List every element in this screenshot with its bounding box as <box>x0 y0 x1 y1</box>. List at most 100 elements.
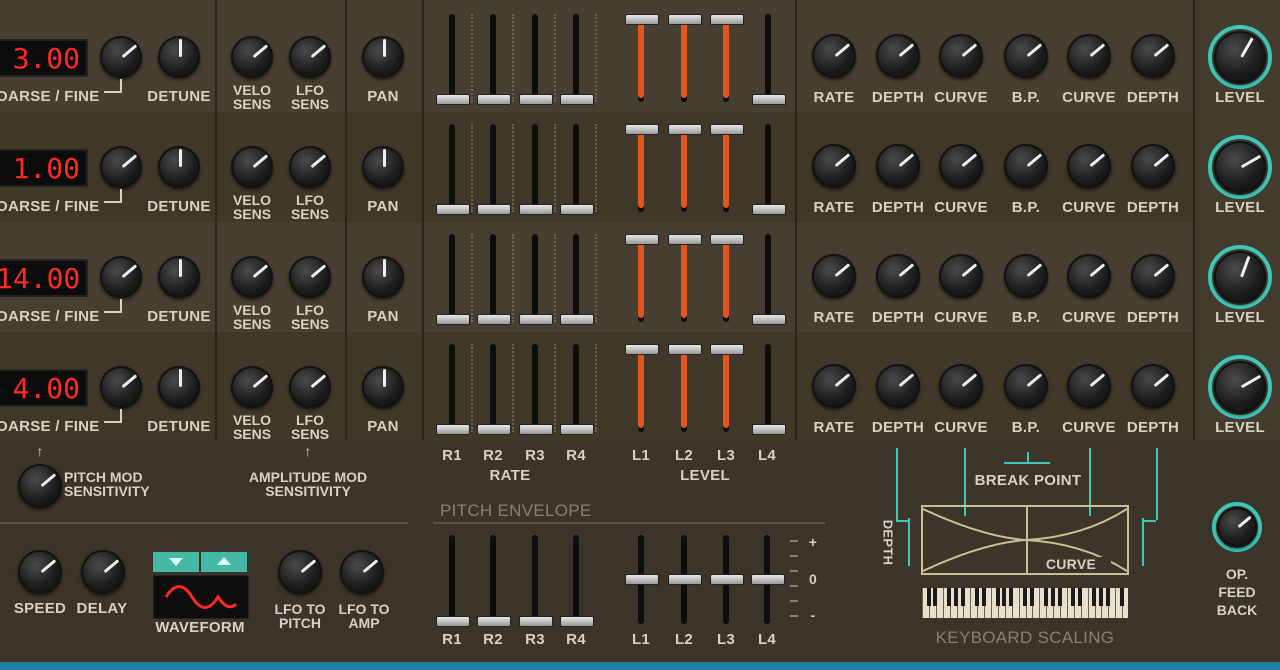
pitch-level-slider-2[interactable] <box>668 574 702 585</box>
pan-knob[interactable] <box>362 256 404 298</box>
lfo-delay-knob[interactable] <box>81 550 125 594</box>
rate-slider-3[interactable] <box>519 204 553 215</box>
lfo-sens-knob[interactable] <box>289 36 331 78</box>
detune-knob[interactable] <box>158 366 200 408</box>
coarse-fine-knob[interactable] <box>100 146 142 188</box>
pan-knob[interactable] <box>362 366 404 408</box>
rate-knob[interactable] <box>812 254 856 298</box>
waveform-down-button[interactable] <box>153 552 199 572</box>
curve-knob[interactable] <box>939 364 983 408</box>
rate-slider-2[interactable] <box>477 94 511 105</box>
rate-slider-2[interactable] <box>477 314 511 325</box>
level-slider-3[interactable] <box>710 124 744 135</box>
pitch-mod-sens-knob[interactable] <box>18 464 62 508</box>
velo-sens-knob[interactable] <box>231 36 273 78</box>
curve-knob[interactable] <box>939 254 983 298</box>
level-slider-4[interactable] <box>752 204 786 215</box>
level-slider-3-fill <box>723 18 729 98</box>
curve2-knob[interactable] <box>1067 144 1111 188</box>
rate-slider-3[interactable] <box>519 314 553 325</box>
lfo-to-amp-knob[interactable] <box>340 550 384 594</box>
velo-sens-knob[interactable] <box>231 146 273 188</box>
level-label: LEVEL <box>1215 199 1265 216</box>
detune-knob[interactable] <box>158 146 200 188</box>
level-slider-2[interactable] <box>668 344 702 355</box>
rate-slider-2[interactable] <box>477 424 511 435</box>
level-knob[interactable] <box>1214 361 1266 413</box>
pitch-rate-slider-2[interactable] <box>477 616 511 627</box>
bp-knob[interactable] <box>1004 364 1048 408</box>
level-slider-4[interactable] <box>752 94 786 105</box>
depth2-knob[interactable] <box>1131 364 1175 408</box>
bp-knob[interactable] <box>1004 144 1048 188</box>
detune-knob[interactable] <box>158 36 200 78</box>
coarse-fine-knob[interactable] <box>100 366 142 408</box>
level-slider-1[interactable] <box>625 124 659 135</box>
curve2-knob[interactable] <box>1067 364 1111 408</box>
depth2-knob[interactable] <box>1131 144 1175 188</box>
level-slider-1[interactable] <box>625 234 659 245</box>
rate-slider-4[interactable] <box>560 314 594 325</box>
level-slider-4[interactable] <box>752 424 786 435</box>
pitch-level-slider-3[interactable] <box>710 574 744 585</box>
op-feedback-knob[interactable] <box>1217 507 1257 547</box>
depth-knob[interactable] <box>876 364 920 408</box>
level-slider-3[interactable] <box>710 14 744 25</box>
coarse-fine-knob[interactable] <box>100 36 142 78</box>
rate-knob[interactable] <box>812 34 856 78</box>
pitch-rate-slider-4[interactable] <box>560 616 594 627</box>
depth-knob[interactable] <box>876 34 920 78</box>
depth2-knob[interactable] <box>1131 254 1175 298</box>
level-knob[interactable] <box>1214 251 1266 303</box>
level-slider-3[interactable] <box>710 344 744 355</box>
level-knob[interactable] <box>1214 31 1266 83</box>
waveform-up-button[interactable] <box>201 552 247 572</box>
rate-slider-4[interactable] <box>560 204 594 215</box>
curve-knob[interactable] <box>939 34 983 78</box>
pitch-rate-slider-1[interactable] <box>436 616 470 627</box>
curve2-knob[interactable] <box>1067 34 1111 78</box>
level-knob[interactable] <box>1214 141 1266 193</box>
lfo-speed-knob[interactable] <box>18 550 62 594</box>
pitch-level-slider-4[interactable] <box>751 574 785 585</box>
rate-slider-2[interactable] <box>477 204 511 215</box>
lfo-sens-knob[interactable] <box>289 146 331 188</box>
level-slider-2[interactable] <box>668 124 702 135</box>
velo-sens-label: VELO SENS <box>232 82 272 112</box>
pan-knob[interactable] <box>362 146 404 188</box>
coarse-fine-knob[interactable] <box>100 256 142 298</box>
curve-knob[interactable] <box>939 144 983 188</box>
rate-slider-1[interactable] <box>436 94 470 105</box>
pan-knob[interactable] <box>362 36 404 78</box>
level-slider-1[interactable] <box>625 14 659 25</box>
detune-knob[interactable] <box>158 256 200 298</box>
curve2-knob[interactable] <box>1067 254 1111 298</box>
lfo-to-pitch-knob[interactable] <box>278 550 322 594</box>
rate-slider-1[interactable] <box>436 204 470 215</box>
pitch-level-slider-1[interactable] <box>625 574 659 585</box>
velo-sens-knob[interactable] <box>231 256 273 298</box>
bp-knob[interactable] <box>1004 34 1048 78</box>
rate-slider-4[interactable] <box>560 424 594 435</box>
depth-knob[interactable] <box>876 254 920 298</box>
rate-knob[interactable] <box>812 364 856 408</box>
rate-knob[interactable] <box>812 144 856 188</box>
depth2-knob[interactable] <box>1131 34 1175 78</box>
rate-slider-2-track <box>490 234 496 322</box>
lfo-sens-knob[interactable] <box>289 366 331 408</box>
rate-slider-3[interactable] <box>519 94 553 105</box>
level-slider-4[interactable] <box>752 314 786 325</box>
velo-sens-knob[interactable] <box>231 366 273 408</box>
lfo-sens-knob[interactable] <box>289 256 331 298</box>
level-slider-1[interactable] <box>625 344 659 355</box>
depth-knob[interactable] <box>876 144 920 188</box>
level-slider-2[interactable] <box>668 234 702 245</box>
bp-knob[interactable] <box>1004 254 1048 298</box>
rate-slider-4[interactable] <box>560 94 594 105</box>
rate-slider-1[interactable] <box>436 314 470 325</box>
rate-slider-1[interactable] <box>436 424 470 435</box>
level-slider-2[interactable] <box>668 14 702 25</box>
level-slider-3[interactable] <box>710 234 744 245</box>
rate-slider-3[interactable] <box>519 424 553 435</box>
pitch-rate-slider-3[interactable] <box>519 616 553 627</box>
